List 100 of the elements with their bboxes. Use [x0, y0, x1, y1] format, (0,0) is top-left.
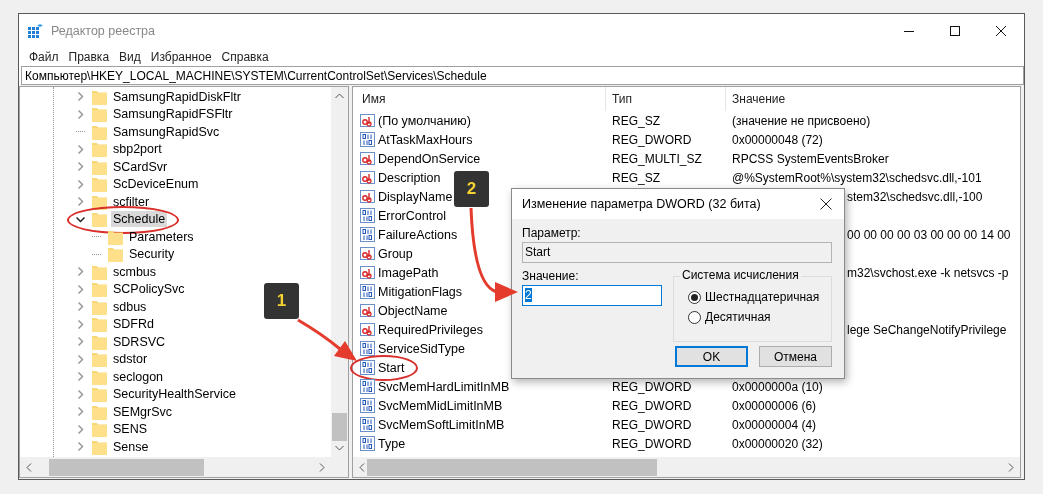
value-name[interactable]: MitigationFlags	[378, 284, 463, 299]
tree-item[interactable]: SCardSvr	[111, 158, 170, 175]
value-name[interactable]: ObjectName	[378, 303, 448, 318]
binary-value-icon	[360, 284, 375, 299]
horizontal-scrollbar[interactable]	[353, 457, 1020, 477]
folder-icon	[92, 316, 107, 333]
field-label: Параметр:	[522, 226, 582, 240]
value-type: REG_DWORD	[612, 436, 692, 451]
tree-item[interactable]: sdbus	[111, 298, 149, 315]
string-value-icon	[360, 246, 375, 261]
tree-item[interactable]: sdstor	[111, 351, 150, 368]
radio-label[interactable]: Шестнадцатеричная	[705, 290, 820, 304]
column-header[interactable]: Имя	[353, 87, 606, 111]
scrollbar-thumb[interactable]	[367, 458, 657, 476]
radio-label[interactable]: Десятичная	[705, 310, 771, 324]
tree-item[interactable]: sbp2port	[111, 141, 164, 158]
value-name[interactable]: Start	[378, 360, 405, 375]
value-data: (значение не присвоено)	[732, 113, 871, 128]
string-value-icon	[360, 303, 375, 318]
string-value-icon	[360, 113, 375, 128]
folder-icon	[92, 88, 107, 105]
group-label: Система исчисления	[680, 268, 801, 282]
radio-button[interactable]	[688, 290, 701, 304]
tree-item[interactable]: SamsungRapidSvc	[111, 123, 222, 140]
value-name[interactable]: ServiceSidType	[378, 341, 465, 356]
value-data: 0x00000006 (6)	[732, 398, 817, 413]
scrollbar-thumb[interactable]	[49, 458, 204, 476]
value-type: REG_MULTI_SZ	[612, 151, 702, 166]
column-header[interactable]: Тип	[606, 87, 726, 111]
value-name[interactable]: ImagePath	[378, 265, 439, 280]
address-bar[interactable]: Компьютер\HKEY_LOCAL_MACHINE\SYSTEM\CurrentControlSet\Services\Schedule	[21, 66, 1024, 85]
name-field[interactable]: Start	[522, 242, 832, 263]
value-name[interactable]: SvcMemHardLimitInMB	[378, 379, 510, 394]
value-name[interactable]: SvcMemMidLimitInMB	[378, 398, 503, 413]
folder-icon	[92, 158, 107, 175]
chevron-icon[interactable]	[76, 214, 85, 224]
column-header[interactable]: Значение	[726, 87, 1020, 111]
tree-item[interactable]: scmbus	[111, 263, 159, 280]
menu-item[interactable]: Справка	[216, 49, 274, 64]
value-data: 0x0000000a (10)	[732, 379, 823, 394]
tree-item[interactable]: SDFRd	[111, 316, 156, 333]
value-data: m32\svchost.exe -k netsvcs -p	[847, 265, 1009, 280]
value-name[interactable]: Description	[378, 170, 441, 185]
field-label: Значение:	[522, 269, 580, 283]
value-name[interactable]: SvcMemSoftLimitInMB	[378, 417, 505, 432]
close-icon	[996, 25, 1006, 36]
binary-value-icon	[360, 436, 375, 451]
menu-item[interactable]: Правка	[63, 49, 115, 64]
value-name[interactable]: FailureActions	[378, 227, 458, 242]
dialog-button[interactable]: OK	[675, 346, 748, 367]
value-name[interactable]: ErrorControl	[378, 208, 447, 223]
binary-value-icon	[360, 398, 375, 413]
vertical-scrollbar[interactable]	[331, 87, 348, 457]
scroll-right-icon[interactable]	[319, 462, 325, 472]
dialog-button[interactable]: Отмена	[759, 346, 832, 367]
value-data: lege SeChangeNotifyPrivilege	[847, 322, 1007, 337]
radio-button[interactable]	[688, 310, 701, 324]
scroll-left-icon[interactable]	[359, 462, 365, 472]
value-field[interactable]: 2	[522, 285, 662, 306]
tree-item[interactable]: SecurityHealthService	[111, 386, 238, 403]
tree-item[interactable]: SamsungRapidFSFltr	[111, 106, 235, 123]
scroll-up-icon[interactable]	[335, 93, 344, 99]
folder-icon	[92, 438, 107, 455]
scroll-down-icon[interactable]	[335, 445, 344, 451]
value-name[interactable]: Group	[378, 246, 413, 261]
scrollbar-thumb[interactable]	[332, 413, 347, 441]
tree-item[interactable]: Schedule	[111, 211, 168, 228]
binary-value-icon	[360, 132, 375, 147]
folder-icon	[92, 403, 107, 420]
tree-item[interactable]: SEMgrSvc	[111, 403, 175, 420]
value-name[interactable]: DependOnService	[378, 151, 481, 166]
tree-item[interactable]: SamsungRapidDiskFltr	[111, 88, 243, 105]
value-name[interactable]: RequiredPrivileges	[378, 322, 483, 337]
value-name[interactable]: Type	[378, 436, 406, 451]
horizontal-scrollbar[interactable]	[20, 457, 331, 477]
tree-item[interactable]: Security	[127, 246, 177, 263]
tree-item[interactable]: seclogon	[111, 368, 166, 385]
tree-item[interactable]: SENS	[111, 421, 150, 438]
value-name[interactable]: AtTaskMaxHours	[378, 132, 473, 147]
scroll-left-icon[interactable]	[26, 462, 32, 472]
folder-icon	[92, 386, 107, 403]
folder-icon	[92, 351, 107, 368]
close-icon[interactable]	[820, 198, 832, 210]
menu-item[interactable]: Файл	[24, 49, 64, 64]
folder-icon	[92, 333, 107, 350]
tree-item[interactable]: Parameters	[127, 228, 196, 245]
folder-icon	[92, 298, 107, 315]
value-name[interactable]: (По умолчанию)	[378, 113, 471, 128]
binary-value-icon	[360, 208, 375, 223]
dialog-title: Изменение параметра DWORD (32 бита)	[522, 197, 761, 211]
tree-item[interactable]: scfilter	[111, 193, 152, 210]
value-name[interactable]: DisplayName	[378, 189, 453, 204]
tree-item[interactable]: SCPolicySvc	[111, 281, 187, 298]
tree-item[interactable]: ScDeviceEnum	[111, 176, 201, 193]
tree-item[interactable]: Sense	[111, 438, 151, 455]
menu-item[interactable]: Избранное	[145, 49, 217, 64]
string-value-icon	[360, 322, 375, 337]
tree-item[interactable]: SDRSVC	[111, 333, 168, 350]
scroll-right-icon[interactable]	[1008, 462, 1014, 472]
menu-item[interactable]: Вид	[114, 49, 146, 64]
